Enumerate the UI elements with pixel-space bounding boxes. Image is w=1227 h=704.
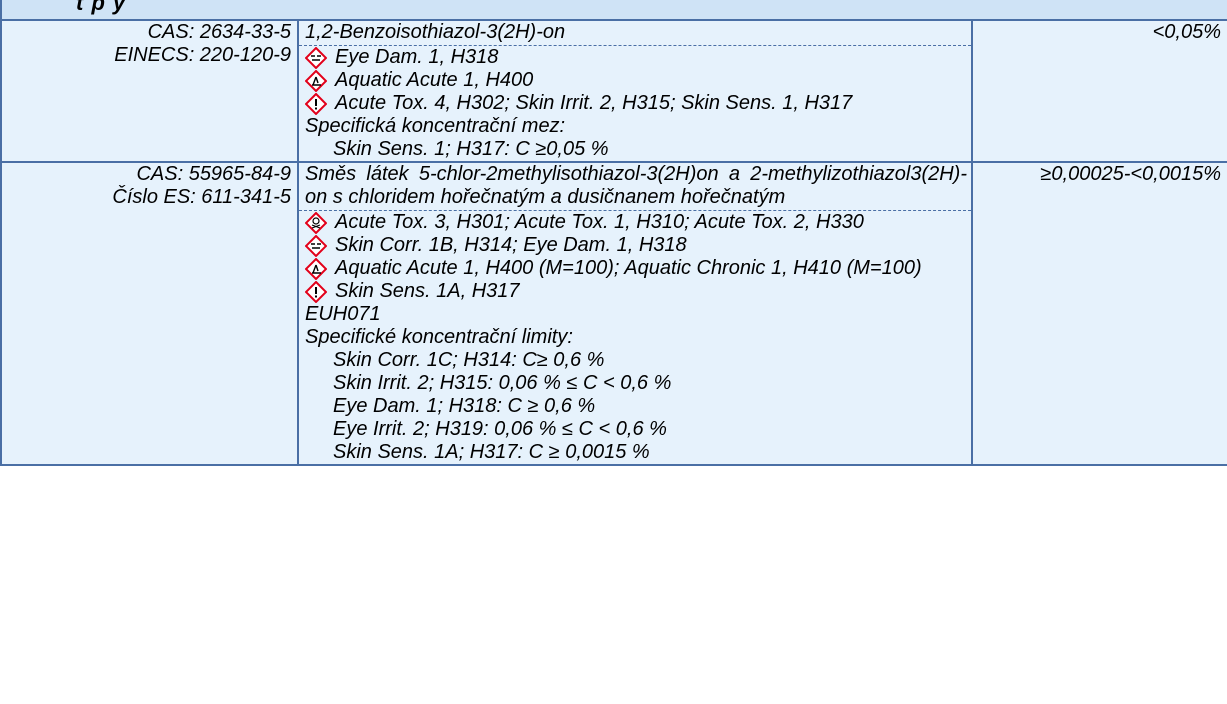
identifier-cell: CAS: 2634-33-5 EINECS: 220-120-9 [0, 19, 299, 163]
hazard-text: Aquatic Acute 1, H400 (M=100); Aquatic C… [335, 257, 922, 279]
hazard-text: Eye Dam. 1, H318 [335, 46, 499, 68]
cas-number: CAS: 2634-33-5 [147, 21, 291, 43]
hazard-classification: Acute Tox. 3, H301; Acute Tox. 1, H310; … [299, 210, 971, 464]
exclamation-pictogram-icon [305, 280, 335, 303]
limit-line: Skin Irrit. 2; H315: 0,06 % ≤ C < 0,6 % [333, 372, 672, 394]
limit-line: Skin Corr. 1C; H314: C≥ 0,6 % [333, 349, 605, 371]
hazard-text: Skin Sens. 1A, H317 [335, 280, 520, 302]
exclamation-pictogram-icon [305, 92, 335, 115]
environment-pictogram-icon [305, 69, 335, 92]
limit-line: Eye Dam. 1; H318: C ≥ 0,6 % [333, 395, 596, 417]
substance-name: Směs látek 5-chlor-2methylisothiazol-3(2… [305, 163, 967, 208]
corrosion-pictogram-icon [305, 46, 335, 69]
hazard-text: Acute Tox. 3, H301; Acute Tox. 1, H310; … [335, 211, 864, 233]
hazard-text: Acute Tox. 4, H302; Skin Irrit. 2, H315;… [335, 92, 853, 114]
table-row: CAS: 2634-33-5 EINECS: 220-120-9 1,2-Ben… [0, 19, 1227, 163]
skull-crossbones-pictogram-icon [305, 211, 335, 234]
hazard-line: Acute Tox. 3, H301; Acute Tox. 1, H310; … [305, 211, 965, 234]
cas-number: CAS: 55965-84-9 [136, 163, 291, 185]
euh-statement: EUH071 [305, 303, 381, 325]
limit-line: Skin Sens. 1; H317: C ≥0,05 % [333, 138, 609, 160]
hazard-line: Acute Tox. 4, H302; Skin Irrit. 2, H315;… [305, 92, 965, 115]
concentration-cell: <0,05% [971, 19, 1227, 163]
table-row: CAS: 55965-84-9 Číslo ES: 611-341-5 Směs… [0, 161, 1227, 466]
corrosion-pictogram-icon [305, 234, 335, 257]
substance-cell: 1,2-Benzoisothiazol-3(2H)-on Eye Dam. 1,… [297, 19, 973, 163]
limit-line: Skin Sens. 1A; H317: C ≥ 0,0015 % [333, 441, 650, 463]
hazard-line: Aquatic Acute 1, H400 (M=100); Aquatic C… [305, 257, 965, 280]
ec-number: Číslo ES: 611-341-5 [112, 186, 291, 208]
hazard-text: Aquatic Acute 1, H400 [335, 69, 534, 91]
hazard-text: Skin Corr. 1B, H314; Eye Dam. 1, H318 [335, 234, 687, 256]
identifier-cell: CAS: 55965-84-9 Číslo ES: 611-341-5 [0, 161, 299, 466]
section-header-band: t p y [0, 0, 1227, 20]
limit-line: Eye Irrit. 2; H319: 0,06 % ≤ C < 0,6 % [333, 418, 667, 440]
einecs-number: EINECS: 220-120-9 [114, 44, 291, 66]
limits-heading: Specifické koncentrační limity: [305, 326, 573, 348]
hazard-line: Skin Sens. 1A, H317 [305, 280, 965, 303]
substance-cell: Směs látek 5-chlor-2methylisothiazol-3(2… [297, 161, 973, 466]
limits-heading: Specifická koncentrační mez: [305, 115, 566, 137]
substance-name: 1,2-Benzoisothiazol-3(2H)-on [305, 21, 566, 43]
hazard-line: Aquatic Acute 1, H400 [305, 69, 965, 92]
composition-table: CAS: 2634-33-5 EINECS: 220-120-9 1,2-Ben… [0, 19, 1227, 466]
environment-pictogram-icon [305, 257, 335, 280]
concentration-cell: ≥0,00025-<0,0015% [971, 161, 1227, 466]
hazard-line: Eye Dam. 1, H318 [305, 46, 965, 69]
section-header-fragment: t p y [76, 0, 127, 15]
hazard-line: Skin Corr. 1B, H314; Eye Dam. 1, H318 [305, 234, 965, 257]
hazard-classification: Eye Dam. 1, H318 Aquatic Acute 1, H400 A… [299, 45, 971, 161]
